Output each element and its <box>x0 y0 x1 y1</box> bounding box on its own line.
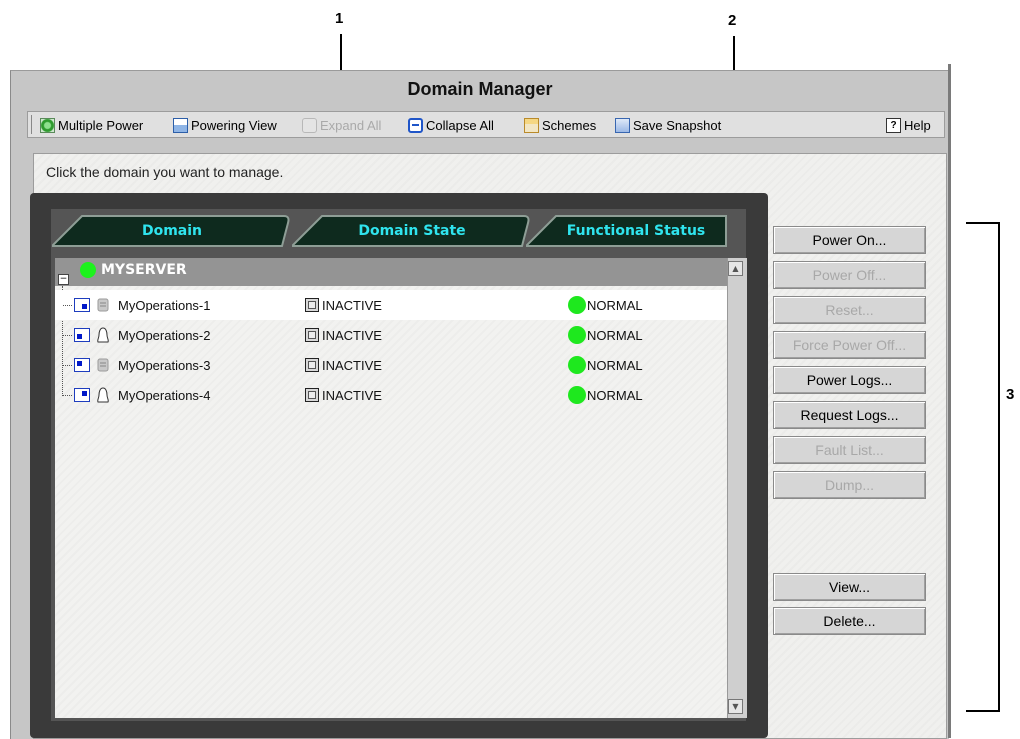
server-os-icon <box>97 298 109 312</box>
domain-state: INACTIVE <box>322 298 382 313</box>
domain-name: MyOperations-2 <box>118 328 211 343</box>
column-header-domain-state[interactable]: Domain State <box>292 215 532 247</box>
collapse-all-button[interactable]: Collapse All <box>408 116 494 134</box>
state-icon <box>305 358 319 372</box>
column-header-domain[interactable]: Domain <box>52 215 292 247</box>
domain-icon <box>74 298 90 312</box>
tree-branch <box>63 395 72 396</box>
scroll-down-icon[interactable]: ▼ <box>728 699 743 714</box>
domain-name: MyOperations-4 <box>118 388 211 403</box>
column-header-functional-status[interactable]: Functional Status <box>526 215 730 247</box>
powering-view-button[interactable]: Powering View <box>173 116 277 134</box>
force-power-off-button[interactable]: Force Power Off... <box>773 331 926 359</box>
window-right-edge <box>948 64 951 738</box>
tree-branch <box>63 365 72 366</box>
tree-branch <box>63 305 72 306</box>
collapse-toggle-icon[interactable]: − <box>58 274 69 285</box>
help-button[interactable]: ? Help <box>886 116 931 134</box>
window-title: Domain Manager <box>407 79 553 99</box>
status-normal-icon <box>568 356 586 374</box>
power-on-button[interactable]: Power On... <box>773 226 926 254</box>
expand-all-label: Expand All <box>320 117 382 133</box>
domain-icon <box>74 328 90 342</box>
functional-status: NORMAL <box>587 298 643 313</box>
domain-state: INACTIVE <box>322 358 382 373</box>
status-normal-icon <box>568 386 586 404</box>
state-icon <box>305 328 319 342</box>
help-icon: ? <box>886 117 901 133</box>
group-name: MYSERVER <box>101 262 187 278</box>
multiple-power-button[interactable]: Multiple Power <box>40 116 143 134</box>
callout-1: 1 <box>335 10 344 27</box>
powering-view-icon <box>173 117 188 133</box>
powering-view-label: Powering View <box>191 117 277 133</box>
dump-button[interactable]: Dump... <box>773 471 926 499</box>
column-header-functional-status-label: Functional Status <box>566 223 706 239</box>
tree-branch <box>63 335 72 336</box>
callout-3: 3 <box>1006 386 1015 403</box>
multiple-power-label: Multiple Power <box>58 117 144 133</box>
expand-all-button[interactable]: Expand All <box>302 116 381 134</box>
schemes-label: Schemes <box>542 117 597 133</box>
save-snapshot-button[interactable]: Save Snapshot <box>615 116 721 134</box>
toolbar: Multiple Power Powering View Expand All … <box>27 111 945 138</box>
column-header-domain-label: Domain <box>141 223 203 239</box>
view-button[interactable]: View... <box>773 573 926 601</box>
callout-2: 2 <box>728 12 737 29</box>
column-header-domain-state-label: Domain State <box>358 223 466 239</box>
expand-all-icon <box>302 117 317 133</box>
status-normal-icon <box>568 296 586 314</box>
callout-3-bracket <box>966 222 1000 712</box>
toolbar-separator <box>31 115 32 134</box>
save-snapshot-label: Save Snapshot <box>633 117 722 133</box>
help-label: Help <box>904 117 931 133</box>
scroll-up-icon[interactable]: ▲ <box>728 261 743 276</box>
schemes-icon <box>524 117 539 133</box>
functional-status: NORMAL <box>587 358 643 373</box>
domain-icon <box>74 358 90 372</box>
reset-button[interactable]: Reset... <box>773 296 926 324</box>
collapse-all-icon <box>408 117 423 133</box>
state-icon <box>305 298 319 312</box>
schemes-button[interactable]: Schemes <box>524 116 596 134</box>
save-snapshot-icon <box>615 117 630 133</box>
vertical-scrollbar[interactable] <box>727 258 747 718</box>
multiple-power-icon <box>40 117 55 133</box>
request-logs-button[interactable]: Request Logs... <box>773 401 926 429</box>
functional-status: NORMAL <box>587 328 643 343</box>
fault-list-button[interactable]: Fault List... <box>773 436 926 464</box>
domain-icon <box>74 388 90 402</box>
domain-state: INACTIVE <box>322 388 382 403</box>
domain-state: INACTIVE <box>322 328 382 343</box>
power-logs-button[interactable]: Power Logs... <box>773 366 926 394</box>
linux-penguin-icon <box>97 327 109 343</box>
server-os-icon <box>97 358 109 372</box>
group-status-icon <box>80 262 96 278</box>
power-off-button[interactable]: Power Off... <box>773 261 926 289</box>
state-icon <box>305 388 319 402</box>
delete-button[interactable]: Delete... <box>773 607 926 635</box>
linux-penguin-icon <box>97 387 109 403</box>
instruction-text: Click the domain you want to manage. <box>46 164 284 180</box>
domain-name: MyOperations-3 <box>118 358 211 373</box>
domain-name: MyOperations-1 <box>118 298 211 313</box>
status-normal-icon <box>568 326 586 344</box>
collapse-all-label: Collapse All <box>426 117 494 133</box>
functional-status: NORMAL <box>587 388 643 403</box>
